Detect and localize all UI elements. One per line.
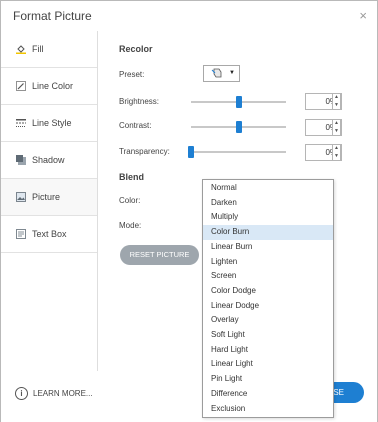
spin-down-icon[interactable]: ▼ <box>333 128 340 135</box>
sidebar-item-line-style[interactable]: Line Style <box>1 105 97 142</box>
spin-up-icon[interactable]: ▲ <box>333 120 340 127</box>
slider-thumb[interactable] <box>188 146 194 158</box>
slider-thumb[interactable] <box>235 121 242 133</box>
sidebar-item-label: Fill <box>32 44 44 54</box>
pencil-icon <box>16 81 26 91</box>
spin-up-icon[interactable]: ▲ <box>333 145 340 152</box>
blend-mode-option[interactable]: Color Burn <box>203 225 333 240</box>
sidebar-item-picture[interactable]: Picture <box>1 179 97 216</box>
recolor-heading: Recolor <box>119 44 153 54</box>
learn-more-label: LEARN MORE... <box>33 389 93 398</box>
blend-mode-dropdown-list: Normal Darken Multiply Color Burn Linear Bur… <box>202 179 334 418</box>
contrast-slider[interactable] <box>191 121 286 133</box>
sidebar-item-fill[interactable]: Fill <box>1 31 97 68</box>
fill-bucket-icon <box>16 44 26 54</box>
blend-mode-option[interactable]: Linear Dodge <box>203 299 333 314</box>
transparency-stepper[interactable]: ▲ ▼ <box>332 144 341 161</box>
transparency-label: Transparency: <box>119 147 170 156</box>
picture-icon <box>16 192 26 202</box>
info-icon: i <box>15 387 28 400</box>
blend-mode-option[interactable]: Screen <box>203 269 333 284</box>
blend-mode-label: Mode: <box>119 221 142 230</box>
text-box-icon <box>16 229 26 239</box>
sidebar-item-line-color[interactable]: Line Color <box>1 68 97 105</box>
transparency-slider[interactable] <box>188 146 286 158</box>
blend-mode-option[interactable]: Linear Burn <box>203 240 333 255</box>
chevron-down-icon: ▼ <box>229 70 235 76</box>
sidebar-item-label: Shadow <box>32 155 65 165</box>
recolor-preset-icon <box>211 68 223 82</box>
dialog-titlebar: Format Picture × <box>1 1 377 31</box>
line-style-icon <box>16 118 26 128</box>
blend-heading: Blend <box>119 172 145 182</box>
sidebar-item-label: Picture <box>32 192 61 202</box>
sidebar-item-text-box[interactable]: Text Box <box>1 216 97 253</box>
slider-track <box>191 151 286 153</box>
blend-color-label: Color: <box>119 196 141 205</box>
contrast-stepper[interactable]: ▲ ▼ <box>332 119 341 136</box>
blend-mode-option[interactable]: Linear Light <box>203 357 333 372</box>
preset-label: Preset: <box>119 70 145 79</box>
blend-mode-option[interactable]: Soft Light <box>203 328 333 343</box>
sidebar-item-label: Line Style <box>32 118 72 128</box>
blend-mode-option[interactable]: Darken <box>203 196 333 211</box>
reset-picture-button[interactable]: RESET PICTURE <box>120 245 199 265</box>
shadow-icon <box>16 155 26 165</box>
sidebar-item-shadow[interactable]: Shadow <box>1 142 97 179</box>
blend-mode-option[interactable]: Normal <box>203 181 333 196</box>
format-picture-dialog: Format Picture × Fill Line Color Line St… <box>0 0 378 422</box>
blend-mode-option[interactable]: Multiply <box>203 210 333 225</box>
brightness-stepper[interactable]: ▲ ▼ <box>332 93 341 110</box>
spin-down-icon[interactable]: ▼ <box>333 153 340 160</box>
blend-mode-option[interactable]: Overlay <box>203 313 333 328</box>
contrast-label: Contrast: <box>119 121 152 130</box>
blend-mode-option[interactable]: Difference <box>203 387 333 402</box>
sidebar-item-label: Text Box <box>32 229 67 239</box>
brightness-label: Brightness: <box>119 97 160 106</box>
close-icon[interactable]: × <box>359 8 367 23</box>
dialog-title: Format Picture <box>13 9 92 23</box>
blend-mode-option[interactable]: Exclusion <box>203 402 333 417</box>
blend-mode-option[interactable]: Color Dodge <box>203 284 333 299</box>
brightness-slider[interactable] <box>191 96 286 108</box>
preset-dropdown[interactable]: ▼ <box>203 65 240 82</box>
spin-down-icon[interactable]: ▼ <box>333 102 340 109</box>
sidebar-item-label: Line Color <box>32 81 74 91</box>
sidebar: Fill Line Color Line Style Shadow Pictur… <box>1 31 98 371</box>
slider-thumb[interactable] <box>235 96 242 108</box>
blend-mode-option[interactable]: Lighten <box>203 255 333 270</box>
spin-up-icon[interactable]: ▲ <box>333 94 340 101</box>
blend-mode-option[interactable]: Hard Light <box>203 343 333 358</box>
blend-mode-option[interactable]: Pin Light <box>203 372 333 387</box>
